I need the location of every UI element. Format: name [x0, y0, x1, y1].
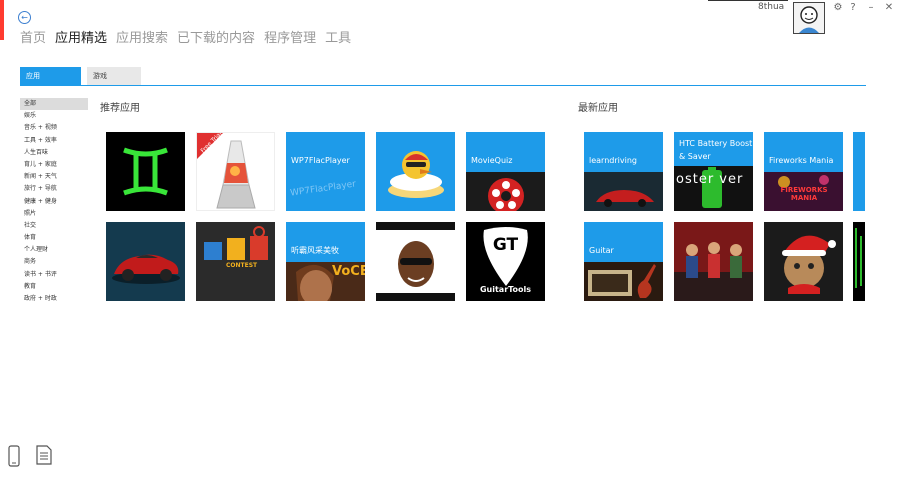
back-arrow-icon[interactable]: ← [18, 11, 31, 24]
app-tile-santa-cat[interactable] [764, 222, 843, 301]
category-item[interactable]: 个人理财 [20, 244, 88, 256]
tile-label: 听霸风采美牧 [291, 246, 339, 255]
tile-label: learndriving [589, 156, 637, 165]
recommended-section-title: 推荐应用 [100, 103, 140, 114]
tile-label: Guitar [589, 246, 614, 255]
category-item[interactable]: 照片 [20, 208, 88, 220]
help-icon[interactable]: ? [847, 2, 859, 14]
app-tile-guitar[interactable]: Guitar [584, 222, 663, 301]
tile-watermark: VoCE [332, 264, 365, 279]
car-photo-icon [584, 172, 663, 211]
film-reel-icon [466, 172, 545, 211]
category-item[interactable]: 育儿 + 家庭 [20, 159, 88, 171]
nav-home[interactable]: 首页 [20, 27, 46, 46]
app-tile-gemini[interactable] [106, 132, 185, 211]
category-item[interactable]: 音乐 + 视频 [20, 122, 88, 134]
category-item[interactable]: 工具 + 效率 [20, 135, 88, 147]
app-tile-matrix-partial[interactable] [853, 222, 865, 301]
tile-caption: GuitarTools [479, 285, 532, 294]
app-tile-contest[interactable]: CONTEST [196, 222, 275, 301]
app-tile-guitartools[interactable]: GT GuitarTools [466, 222, 545, 301]
app-tile-moviequiz[interactable]: MovieQuiz [466, 132, 545, 211]
tab-apps[interactable]: 应用 [20, 67, 81, 85]
app-tile-wp7flacplayer[interactable]: WP7FlacPlayer WP7FlacPlayer [286, 132, 365, 211]
gemini-icon [123, 147, 168, 196]
tile-big-text: GT [492, 235, 519, 255]
main-nav: 首页 应用精选 应用搜索 已下载的内容 程序管理 工具 [20, 27, 351, 46]
tile-watermark: oster ver [676, 172, 744, 187]
app-tile-duck[interactable] [376, 132, 455, 211]
gear-icon[interactable]: ⚙ [832, 2, 844, 14]
document-icon[interactable] [36, 445, 52, 469]
duck-icon [388, 151, 444, 198]
tile-label: MovieQuiz [471, 156, 513, 165]
category-item[interactable]: 教育 [20, 281, 88, 293]
nav-app-search[interactable]: 应用搜索 [116, 27, 168, 46]
category-item[interactable]: 人生百味 [20, 147, 88, 159]
content-tabs: 应用 游戏 [20, 67, 141, 85]
nav-app-management[interactable]: 程序管理 [264, 27, 316, 46]
tab-games[interactable]: 游戏 [87, 67, 141, 85]
latest-section-title: 最新应用 [578, 103, 618, 114]
brand-accent-bar [0, 0, 4, 40]
category-item[interactable]: 新闻 + 天气 [20, 171, 88, 183]
app-tile-htc-battery[interactable]: HTC Battery Boost & Saver oster ver [674, 132, 753, 211]
sports-car-icon [106, 222, 185, 301]
category-item[interactable]: 读书 + 书评 [20, 269, 88, 281]
minimize-icon[interactable]: – [865, 2, 877, 14]
avatar[interactable] [793, 2, 825, 34]
band-photo-icon [674, 222, 753, 301]
app-tile-fireworks[interactable]: Fireworks Mania FIREWORKS MANIA [764, 132, 843, 211]
category-list: 全部 娱乐 音乐 + 视频 工具 + 效率 人生百味 育儿 + 家庭 新闻 + … [20, 98, 88, 305]
contest-icon [204, 226, 268, 260]
category-item[interactable]: 全部 [20, 98, 88, 111]
close-icon[interactable]: ✕ [883, 2, 895, 14]
tile-caption: CONTEST [226, 262, 258, 269]
category-item[interactable]: 健康 + 健身 [20, 196, 88, 208]
photo-person-icon [376, 222, 455, 301]
category-item[interactable]: 娱乐 [20, 110, 88, 122]
app-tile-band[interactable] [674, 222, 753, 301]
tile-watermark: FIREWORKS MANIA [780, 186, 828, 202]
category-item[interactable]: 社交 [20, 220, 88, 232]
tab-underline [20, 85, 866, 86]
nav-tools[interactable]: 工具 [325, 27, 351, 46]
app-tile-portrait[interactable] [376, 222, 455, 301]
category-item[interactable]: 商务 [20, 256, 88, 268]
header-divider [708, 0, 788, 1]
amp-guitar-icon [584, 262, 663, 301]
nav-featured-apps[interactable]: 应用精选 [55, 27, 107, 46]
app-tile-learndriving[interactable]: learndriving [584, 132, 663, 211]
nav-downloaded[interactable]: 已下载的内容 [177, 27, 255, 46]
app-tile-sports-car[interactable] [106, 222, 185, 301]
app-tile-partial[interactable] [853, 132, 865, 211]
tile-label: Fireworks Mania [769, 156, 834, 165]
username-label: 8thua [758, 2, 785, 12]
phone-icon[interactable] [8, 445, 20, 471]
tile-label: WP7FlacPlayer [291, 156, 350, 165]
category-item[interactable]: 政府 + 时政 [20, 293, 88, 305]
santa-cat-icon [764, 222, 843, 301]
matrix-icon [855, 228, 862, 288]
app-tile-voice[interactable]: 听霸风采美牧 VoCE [286, 222, 365, 301]
app-tile-lava-lamp[interactable]: Free Trial [196, 132, 275, 211]
tile-label: HTC Battery Boost & Saver [679, 139, 753, 161]
category-item[interactable]: 旅行 + 导航 [20, 183, 88, 195]
tile-watermark: WP7FlacPlayer [289, 179, 357, 199]
category-item[interactable]: 体育 [20, 232, 88, 244]
